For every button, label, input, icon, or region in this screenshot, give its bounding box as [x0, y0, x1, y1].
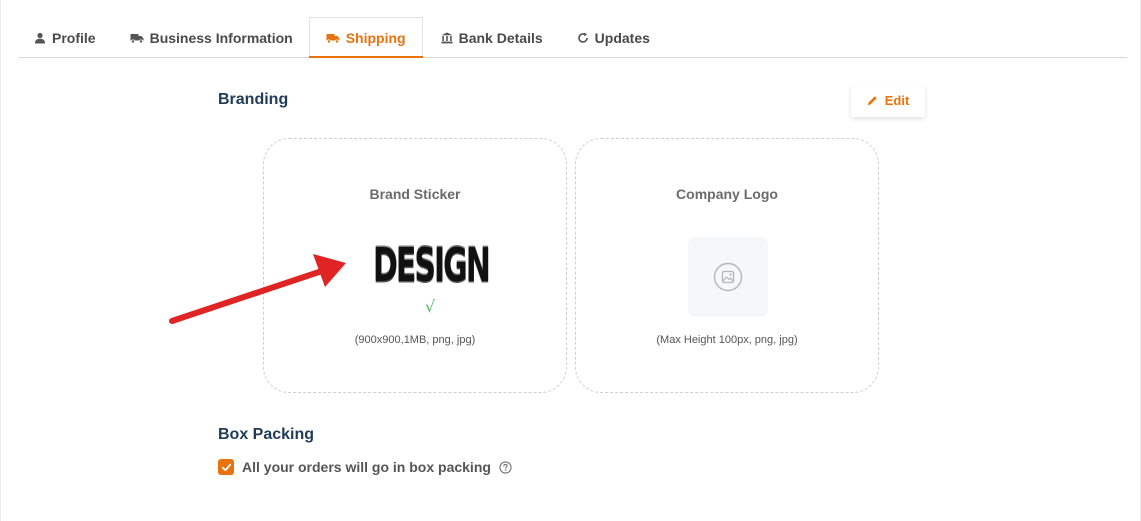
box-packing-title: Box Packing	[218, 426, 315, 443]
checkmark-icon	[221, 463, 231, 471]
tab-shipping[interactable]: Shipping	[308, 17, 423, 58]
tab-bar: Profile Business Information Shipping Ba…	[18, 17, 1127, 58]
branding-title: Branding	[218, 91, 289, 108]
tab-bank-details[interactable]: Bank Details	[423, 17, 561, 58]
truck-icon	[130, 33, 144, 44]
tab-profile[interactable]: Profile	[18, 17, 114, 58]
page-frame	[0, 0, 1141, 521]
brand-sticker-label: Brand Sticker	[369, 186, 461, 202]
refresh-icon	[577, 32, 588, 43]
brand-sticker-upload[interactable]: Brand Sticker DESIGN √ (900x900,1MB, png…	[263, 138, 567, 393]
tab-updates-label: Updates	[594, 29, 650, 46]
tab-updates[interactable]: Updates	[561, 17, 666, 58]
box-packing-checkbox[interactable]	[218, 459, 234, 475]
tab-bank-label: Bank Details	[458, 29, 543, 46]
tab-business-label: Business Information	[149, 29, 293, 46]
truck-icon	[326, 34, 340, 44]
box-packing-label: All your orders will go in box packing	[242, 459, 491, 475]
help-icon[interactable]	[499, 460, 512, 474]
pencil-icon	[867, 96, 877, 106]
company-logo-upload[interactable]: Company Logo (Max Height 100px, png, jpg…	[575, 138, 879, 393]
user-icon	[35, 32, 45, 43]
brand-sticker-image: DESIGN √	[373, 239, 491, 319]
image-icon	[713, 262, 743, 292]
check-mark-icon: √	[425, 297, 436, 316]
edit-button[interactable]: Edit	[851, 84, 925, 117]
tab-profile-label: Profile	[52, 29, 96, 46]
tab-business-information[interactable]: Business Information	[114, 17, 309, 58]
brand-sticker-hint: (900x900,1MB, png, jpg)	[354, 334, 476, 346]
company-logo-hint: (Max Height 100px, png, jpg)	[656, 334, 798, 346]
company-logo-label: Company Logo	[676, 186, 778, 202]
box-packing-row: All your orders will go in box packing	[218, 459, 512, 475]
tab-shipping-label: Shipping	[345, 30, 406, 46]
bank-icon	[441, 32, 453, 43]
brand-sticker-image-text: DESIGN	[373, 239, 491, 294]
edit-button-label: Edit	[884, 93, 910, 108]
company-logo-placeholder	[688, 237, 768, 317]
